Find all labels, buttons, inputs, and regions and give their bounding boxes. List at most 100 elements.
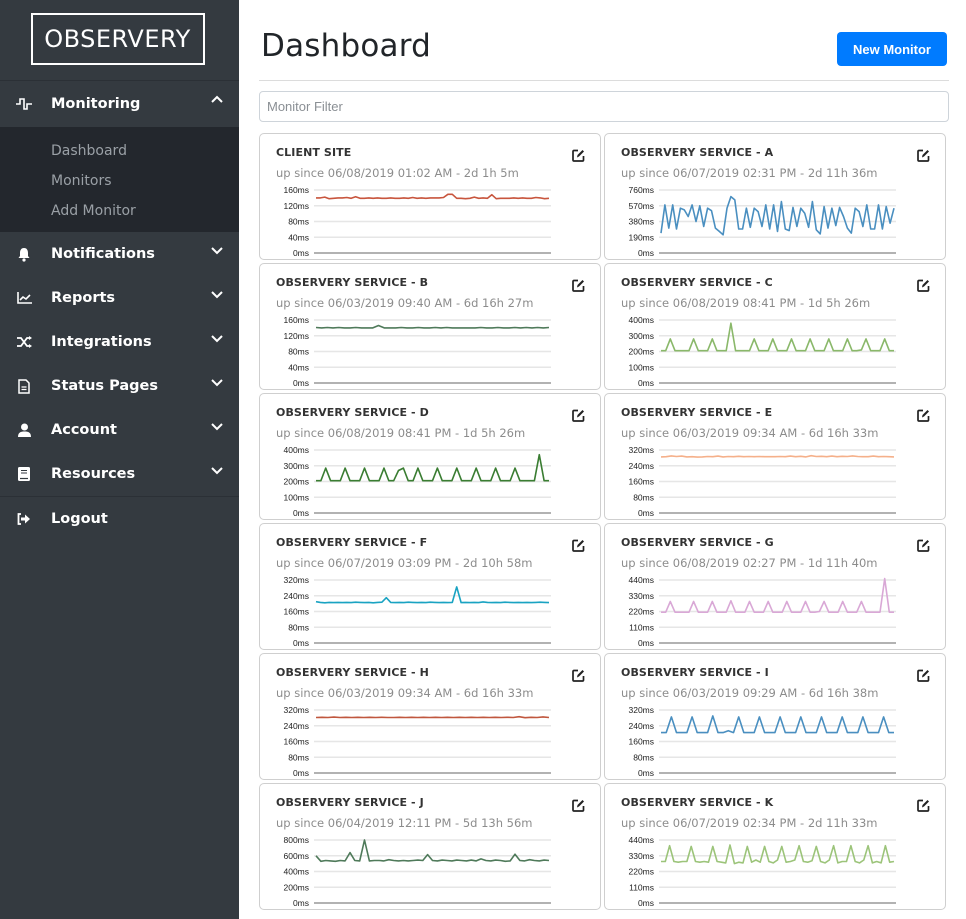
edit-icon[interactable]	[917, 537, 930, 552]
monitor-title[interactable]: OBSERVERY SERVICE - A	[621, 146, 773, 159]
edit-icon[interactable]	[572, 407, 585, 422]
monitor-card[interactable]: OBSERVERY SERVICE - D up since 06/08/2019…	[259, 393, 601, 520]
monitor-uptime: up since 06/03/2019 09:34 AM - 6d 16h 33…	[276, 686, 534, 700]
sidebar-item-label: Reports	[51, 290, 116, 306]
logo[interactable]: OBSERVERY	[30, 13, 205, 65]
edit-icon[interactable]	[572, 147, 585, 162]
monitor-uptime: up since 06/08/2019 02:27 PM - 1d 11h 40…	[621, 556, 878, 570]
monitor-card[interactable]: OBSERVERY SERVICE - G up since 06/08/2019…	[604, 523, 946, 650]
latency-chart: 0ms 40ms 80ms 120ms 160ms	[283, 315, 551, 388]
chevron-down-icon	[210, 420, 224, 434]
y-tick-label: 0ms	[638, 378, 654, 388]
edit-icon[interactable]	[572, 537, 585, 552]
submenu-item-add-monitor[interactable]: Add Monitor	[0, 196, 239, 226]
monitor-title[interactable]: CLIENT SITE	[276, 146, 351, 159]
latency-chart: 0ms 200ms 400ms 600ms 800ms	[283, 835, 551, 908]
monitor-card[interactable]: OBSERVERY SERVICE - B up since 06/03/2019…	[259, 263, 601, 390]
monitor-uptime: up since 06/07/2019 02:31 PM - 2d 11h 36…	[621, 166, 878, 180]
edit-icon[interactable]	[917, 277, 930, 292]
sidebar-item-label: Account	[51, 422, 117, 438]
y-tick-label: 200ms	[283, 477, 309, 487]
monitor-uptime: up since 06/07/2019 02:34 PM - 2d 11h 33…	[621, 816, 878, 830]
edit-icon[interactable]	[917, 667, 930, 682]
sidebar-item-monitoring[interactable]: Monitoring	[0, 81, 239, 127]
logo-area: OBSERVERY	[0, 0, 239, 81]
monitor-title[interactable]: OBSERVERY SERVICE - F	[276, 536, 427, 549]
sidebar-item-label: Notifications	[51, 246, 155, 262]
sidebar-item-notifications[interactable]: Notifications	[0, 232, 239, 276]
y-tick-label: 80ms	[633, 752, 654, 762]
y-tick-label: 570ms	[628, 201, 654, 211]
sidebar-item-integrations[interactable]: Integrations	[0, 320, 239, 364]
y-tick-label: 160ms	[628, 477, 654, 487]
edit-icon[interactable]	[917, 147, 930, 162]
y-tick-label: 0ms	[293, 638, 309, 648]
y-tick-label: 400ms	[628, 315, 654, 325]
monitor-card[interactable]: OBSERVERY SERVICE - H up since 06/03/2019…	[259, 653, 601, 780]
monitor-title[interactable]: OBSERVERY SERVICE - J	[276, 796, 424, 809]
chart-line-icon	[16, 290, 32, 306]
monitor-title[interactable]: OBSERVERY SERVICE - I	[621, 666, 769, 679]
sidebar-item-label: Status Pages	[51, 378, 158, 394]
monitor-title[interactable]: OBSERVERY SERVICE - C	[621, 276, 773, 289]
y-tick-label: 0ms	[638, 768, 654, 778]
sidebar-item-logout[interactable]: Logout	[0, 497, 239, 541]
submenu-item-monitors[interactable]: Monitors	[0, 166, 239, 196]
monitor-title[interactable]: OBSERVERY SERVICE - H	[276, 666, 429, 679]
monitor-card[interactable]: OBSERVERY SERVICE - K up since 06/07/2019…	[604, 783, 946, 910]
chevron-up-icon	[210, 93, 224, 107]
monitor-card[interactable]: OBSERVERY SERVICE - I up since 06/03/2019…	[604, 653, 946, 780]
monitor-card[interactable]: OBSERVERY SERVICE - F up since 06/07/2019…	[259, 523, 601, 650]
monitor-title[interactable]: OBSERVERY SERVICE - B	[276, 276, 428, 289]
monitor-filter-input[interactable]	[259, 91, 949, 122]
sidebar-item-resources[interactable]: Resources	[0, 452, 239, 496]
y-tick-label: 0ms	[293, 378, 309, 388]
new-monitor-button[interactable]: New Monitor	[837, 32, 947, 66]
y-tick-label: 120ms	[283, 201, 309, 211]
y-tick-label: 220ms	[628, 867, 654, 877]
sidebar: OBSERVERY Monitoring Dashboard Monitors …	[0, 0, 239, 919]
sidebar-item-account[interactable]: Account	[0, 408, 239, 452]
y-tick-label: 400ms	[283, 445, 309, 455]
monitor-card[interactable]: CLIENT SITE up since 06/08/2019 01:02 AM …	[259, 133, 601, 260]
y-tick-label: 190ms	[628, 232, 654, 242]
monitor-title[interactable]: OBSERVERY SERVICE - G	[621, 536, 774, 549]
submenu-item-dashboard[interactable]: Dashboard	[0, 136, 239, 166]
latency-chart: 0ms 80ms 160ms 240ms 320ms	[628, 705, 896, 778]
monitor-card[interactable]: OBSERVERY SERVICE - J up since 06/04/2019…	[259, 783, 601, 910]
monitor-title[interactable]: OBSERVERY SERVICE - K	[621, 796, 773, 809]
monitor-uptime: up since 06/08/2019 08:41 PM - 1d 5h 26m	[621, 296, 871, 310]
monitor-card[interactable]: OBSERVERY SERVICE - E up since 06/03/2019…	[604, 393, 946, 520]
y-tick-label: 80ms	[288, 347, 309, 357]
latency-series-line	[316, 453, 549, 482]
monitor-uptime: up since 06/04/2019 12:11 PM - 5d 13h 56…	[276, 816, 533, 830]
y-tick-label: 80ms	[288, 622, 309, 632]
y-tick-label: 80ms	[633, 492, 654, 502]
y-tick-label: 400ms	[283, 867, 309, 877]
edit-icon[interactable]	[917, 407, 930, 422]
latency-series-line	[660, 195, 895, 236]
latency-chart: 0ms 110ms 220ms 330ms 440ms	[628, 835, 896, 908]
y-tick-label: 160ms	[283, 185, 309, 195]
y-tick-label: 240ms	[283, 591, 309, 601]
y-tick-label: 100ms	[628, 362, 654, 372]
y-tick-label: 320ms	[283, 575, 309, 585]
edit-icon[interactable]	[572, 667, 585, 682]
y-tick-label: 0ms	[293, 898, 309, 908]
monitor-card[interactable]: OBSERVERY SERVICE - C up since 06/08/2019…	[604, 263, 946, 390]
sidebar-item-reports[interactable]: Reports	[0, 276, 239, 320]
edit-icon[interactable]	[917, 797, 930, 812]
user-icon	[16, 422, 32, 438]
monitor-card[interactable]: OBSERVERY SERVICE - A up since 06/07/2019…	[604, 133, 946, 260]
monitor-uptime: up since 06/08/2019 01:02 AM - 2d 1h 5m	[276, 166, 519, 180]
sidebar-item-status-pages[interactable]: Status Pages	[0, 364, 239, 408]
edit-icon[interactable]	[572, 277, 585, 292]
monitor-title[interactable]: OBSERVERY SERVICE - E	[621, 406, 772, 419]
pulse-icon	[16, 96, 32, 112]
edit-icon[interactable]	[572, 797, 585, 812]
y-tick-label: 110ms	[629, 622, 654, 632]
latency-chart: 0ms 100ms 200ms 300ms 400ms	[628, 315, 896, 388]
monitor-uptime: up since 06/07/2019 03:09 PM - 2d 10h 58…	[276, 556, 533, 570]
monitor-title[interactable]: OBSERVERY SERVICE - D	[276, 406, 429, 419]
y-tick-label: 760ms	[628, 185, 654, 195]
